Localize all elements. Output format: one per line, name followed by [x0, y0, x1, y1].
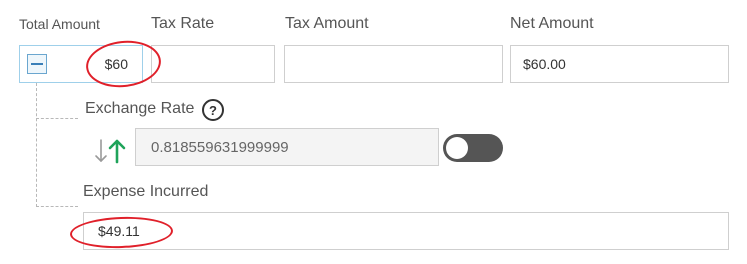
exchange-rate-value: 0.818559631999999 — [151, 138, 289, 156]
tax-amount-input[interactable] — [284, 45, 503, 83]
tree-connector-vertical — [36, 83, 37, 207]
net-amount-label: Net Amount — [510, 15, 594, 32]
exchange-rate-toggle[interactable] — [443, 134, 503, 162]
expense-incurred-input[interactable]: $49.11 — [83, 212, 729, 250]
tree-connector-exchange — [36, 118, 78, 119]
net-amount-value: $60.00 — [523, 56, 566, 72]
expense-incurred-label: Expense Incurred — [83, 183, 209, 200]
tax-rate-label: Tax Rate — [151, 15, 215, 32]
toggle-knob — [446, 137, 468, 159]
total-amount-label: Total Amount — [19, 16, 100, 32]
exchange-rate-label: Exchange Rate — [85, 100, 195, 117]
tree-connector-expense — [36, 206, 78, 207]
question-circle-icon[interactable]: ? — [202, 99, 224, 121]
swap-arrows-icon[interactable] — [92, 137, 128, 165]
minus-square-icon[interactable] — [27, 54, 47, 74]
total-amount-value: $60 — [104, 56, 128, 72]
tax-amount-label: Tax Amount — [285, 15, 369, 32]
net-amount-input[interactable]: $60.00 — [510, 45, 729, 83]
expense-incurred-value: $49.11 — [98, 223, 140, 239]
exchange-rate-input[interactable]: 0.818559631999999 — [135, 128, 439, 166]
tax-rate-input[interactable] — [151, 45, 275, 83]
